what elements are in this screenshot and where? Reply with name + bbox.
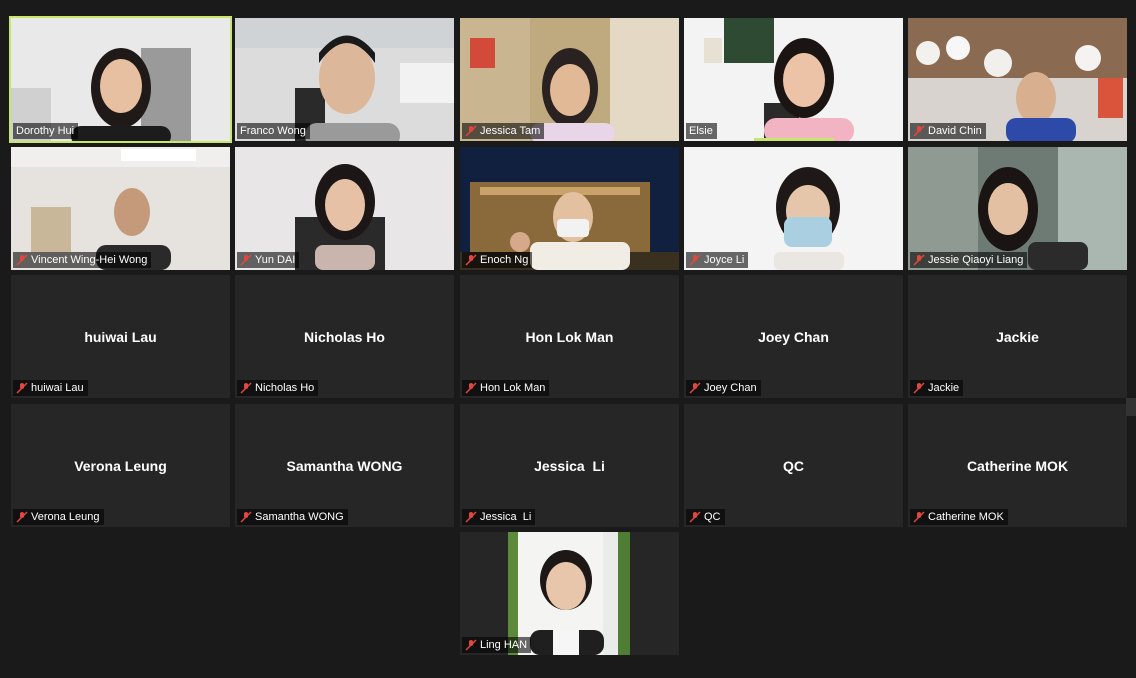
participant-display-name: huiwai Lau: [84, 328, 157, 345]
participant-name-label: Verona Leung: [13, 509, 104, 525]
muted-mic-icon: [913, 382, 925, 394]
participant-tile-yun-dai[interactable]: Yun DAI: [235, 147, 454, 270]
participant-display-name: Hon Lok Man: [525, 328, 614, 345]
gallery-scroll-handle[interactable]: [1126, 398, 1136, 416]
muted-mic-icon: [465, 125, 477, 137]
participant-name-label: Elsie: [686, 123, 717, 139]
participant-name-label: Yun DAI: [237, 252, 300, 268]
participant-name-label: Hon Lok Man: [462, 380, 550, 396]
participant-tile-franco-wong[interactable]: Franco Wong: [235, 18, 454, 141]
participant-tile-enoch-ng[interactable]: Enoch Ng: [460, 147, 679, 270]
participant-tile-huiwai-lau[interactable]: huiwai Lau huiwai Lau: [11, 275, 230, 398]
muted-mic-icon: [16, 511, 28, 523]
muted-mic-icon: [16, 382, 28, 394]
participant-video: [684, 18, 903, 141]
participant-name-label: Jessica Li: [462, 509, 536, 525]
participant-name-label: Jackie: [910, 380, 964, 396]
participant-tile-vincent-wing-hei-wong[interactable]: Vincent Wing-Hei Wong: [11, 147, 230, 270]
participant-display-name: QC: [783, 457, 804, 474]
muted-mic-icon: [689, 511, 701, 523]
participant-tile-jessica-tam[interactable]: Jessica Tam: [460, 18, 679, 141]
participant-tile-catherine-mok[interactable]: Catherine MOK Catherine MOK: [908, 404, 1127, 527]
participant-display-name: Jessica Li: [534, 457, 605, 474]
muted-mic-icon: [465, 511, 477, 523]
participant-name-label: Ling HAN: [462, 637, 532, 653]
participant-name-label: Joey Chan: [686, 380, 761, 396]
participant-tile-jessica-li[interactable]: Jessica Li Jessica Li: [460, 404, 679, 527]
participant-display-name: Jackie: [996, 328, 1039, 345]
muted-mic-icon: [465, 382, 477, 394]
participant-name-label: David Chin: [910, 123, 986, 139]
participant-tile-elsie[interactable]: Elsie: [684, 18, 903, 141]
muted-mic-icon: [465, 254, 477, 266]
participant-name-label: huiwai Lau: [13, 380, 88, 396]
participant-name-label: Vincent Wing-Hei Wong: [13, 252, 152, 268]
participant-display-name: Catherine MOK: [966, 457, 1069, 474]
muted-mic-icon: [913, 511, 925, 523]
muted-mic-icon: [689, 254, 701, 266]
muted-mic-icon: [913, 254, 925, 266]
participant-name-label: Nicholas Ho: [237, 380, 319, 396]
muted-mic-icon: [465, 639, 477, 651]
muted-mic-icon: [240, 511, 252, 523]
participant-name-label: Joyce Li: [686, 252, 749, 268]
muted-mic-icon: [913, 125, 925, 137]
participant-tile-ling-han[interactable]: Ling HAN: [460, 532, 679, 655]
muted-mic-icon: [240, 254, 252, 266]
video-gallery: Dorothy Hui Franco Wong Jessica Tam Elsi…: [0, 0, 1136, 678]
participant-name-label: Jessie Qiaoyi Liang: [910, 252, 1028, 268]
participant-display-name: Verona Leung: [74, 457, 167, 474]
participant-name-label: Samantha WONG: [237, 509, 348, 525]
muted-mic-icon: [240, 382, 252, 394]
participant-name-label: Jessica Tam: [462, 123, 545, 139]
muted-mic-icon: [689, 382, 701, 394]
participant-tile-dorothy-hui[interactable]: Dorothy Hui: [9, 16, 232, 143]
participant-tile-hon-lok-man[interactable]: Hon Lok Man Hon Lok Man: [460, 275, 679, 398]
participant-display-name: Nicholas Ho: [304, 328, 385, 345]
participant-display-name: Samantha WONG: [286, 457, 403, 474]
participant-tile-verona-leung[interactable]: Verona Leung Verona Leung: [11, 404, 230, 527]
participant-tile-qc[interactable]: QC QC: [684, 404, 903, 527]
muted-mic-icon: [16, 254, 28, 266]
participant-tile-jessie-qiaoyi-liang[interactable]: Jessie Qiaoyi Liang: [908, 147, 1127, 270]
participant-display-name: Joey Chan: [758, 328, 829, 345]
participant-name-label: Franco Wong: [237, 123, 310, 139]
participant-tile-nicholas-ho[interactable]: Nicholas Ho Nicholas Ho: [235, 275, 454, 398]
participant-tile-samantha-wong[interactable]: Samantha WONG Samantha WONG: [235, 404, 454, 527]
participant-name-label: QC: [686, 509, 725, 525]
participant-name-label: Dorothy Hui: [13, 123, 79, 139]
participant-tile-joyce-li[interactable]: Joyce Li: [684, 147, 903, 270]
participant-name-label: Catherine MOK: [910, 509, 1008, 525]
participant-name-label: Enoch Ng: [462, 252, 533, 268]
participant-tile-joey-chan[interactable]: Joey Chan Joey Chan: [684, 275, 903, 398]
participant-tile-jackie[interactable]: Jackie Jackie: [908, 275, 1127, 398]
participant-tile-david-chin[interactable]: David Chin: [908, 18, 1127, 141]
